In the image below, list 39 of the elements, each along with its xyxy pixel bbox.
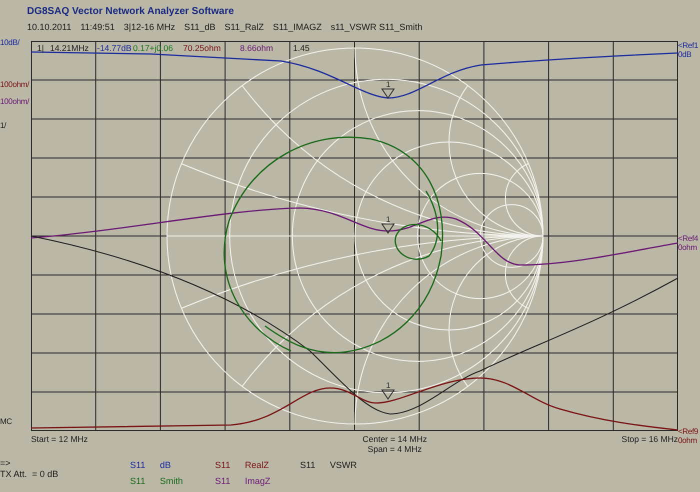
scale-label: 100ohm/ bbox=[0, 96, 30, 108]
stop-frequency: Stop = 16 MHz bbox=[622, 434, 678, 444]
marker-reading: 70.25ohm bbox=[183, 43, 221, 54]
marker-reading: 14.21MHz bbox=[50, 43, 89, 54]
info-text: 10.10.2011 bbox=[27, 22, 72, 33]
reference-value: 0dB bbox=[678, 50, 692, 60]
reference-label: <Ref9 bbox=[678, 427, 700, 436]
info-text: S11_dB bbox=[184, 22, 216, 33]
legend-item: S11 ImagZ bbox=[215, 476, 272, 488]
app-title: DG8SAQ Vector Network Analyzer Software bbox=[27, 6, 235, 18]
scale-label: 1/ bbox=[0, 120, 8, 132]
info-text: 3|12-16 MHz bbox=[124, 22, 176, 33]
legend-item: S11 VSWR bbox=[300, 460, 358, 472]
marker-label: 1 bbox=[386, 80, 390, 90]
legend-item: S11 Smith bbox=[130, 476, 184, 488]
center-frequency: Center = 14 MHz bbox=[362, 434, 427, 444]
marker-reading: 1.45 bbox=[293, 43, 310, 54]
marker-label: 1 bbox=[386, 215, 390, 224]
legend-item: S11 RealZ bbox=[215, 460, 270, 472]
info-text: S11_RalZ bbox=[224, 22, 264, 33]
tx-attenuation: TX Att. = 0 dB bbox=[0, 469, 60, 480]
marker-reading: -14.77dB bbox=[97, 43, 132, 54]
reference-label: <Ref4 bbox=[678, 234, 700, 244]
reference-label: <Ref1 bbox=[678, 41, 700, 50]
arrow-text: => bbox=[0, 458, 12, 469]
reference-value: 0ohm bbox=[678, 436, 698, 446]
legend-item: S11 dB bbox=[130, 460, 172, 472]
start-frequency: Start = 12 MHz bbox=[31, 434, 88, 444]
marker-label: 1 bbox=[386, 381, 390, 390]
scale-label: MC bbox=[0, 416, 13, 428]
scale-label: 100ohm/ bbox=[0, 79, 30, 90]
info-text: s11_VSWR S11_Smith bbox=[330, 22, 422, 33]
info-text: 11:49:51 bbox=[80, 22, 115, 33]
reference-value: 0ohm bbox=[678, 243, 698, 252]
scale-label: 10dB/ bbox=[0, 37, 21, 48]
info-text: S11_IMAGZ bbox=[272, 22, 322, 33]
marker-reading: 1| bbox=[37, 43, 44, 54]
marker-reading: 8.66ohm bbox=[240, 43, 274, 54]
span-frequency: Span = 4 MHz bbox=[368, 444, 422, 454]
